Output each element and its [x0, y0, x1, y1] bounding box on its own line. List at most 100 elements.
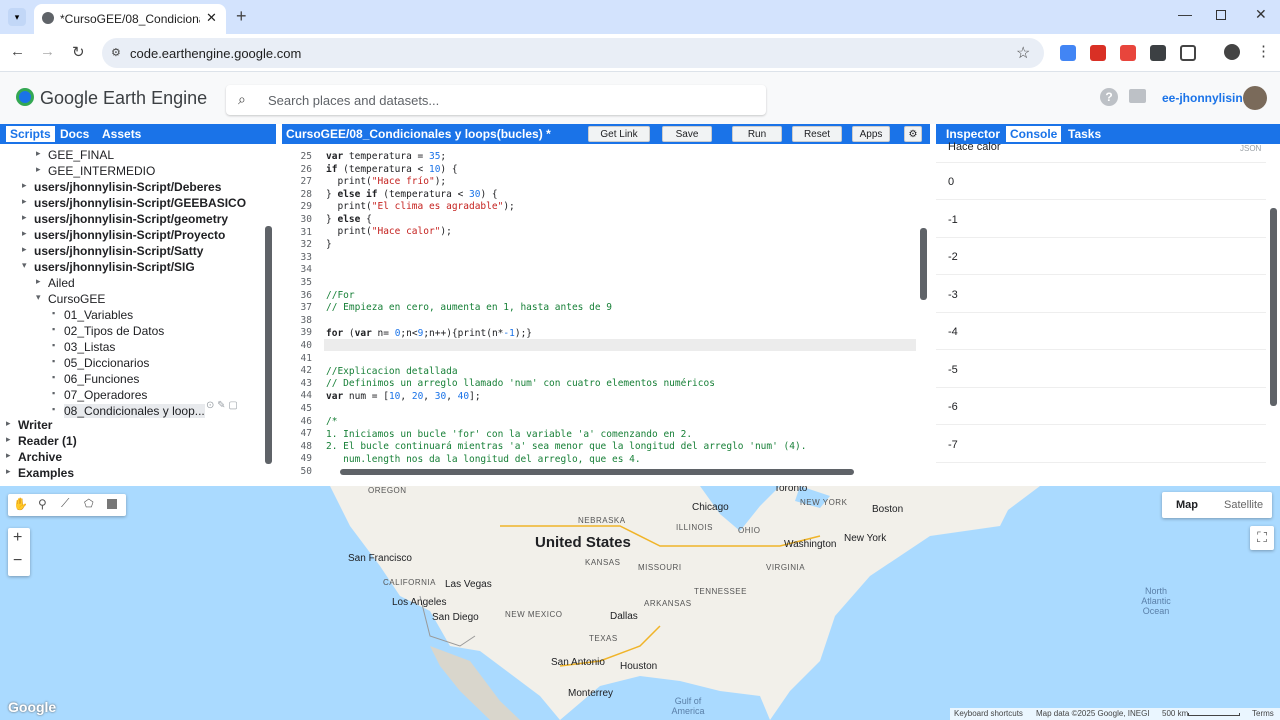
tree-item[interactable]: users/jhonnylisin-Script/SIG: [34, 260, 195, 274]
user-name[interactable]: ee-jhonnylisin: [1162, 91, 1243, 105]
expand-arrow-icon[interactable]: ▸: [22, 212, 27, 223]
minimize-button[interactable]: —: [1178, 6, 1192, 22]
user-avatar[interactable]: [1243, 86, 1267, 110]
back-arrow-icon[interactable]: ←: [10, 43, 25, 60]
tree-item[interactable]: Reader (1): [18, 434, 77, 448]
rectangle-draw-icon[interactable]: [107, 499, 117, 509]
translate-extension-icon[interactable]: [1060, 45, 1076, 61]
bookmark-star-icon[interactable]: ☆: [1016, 43, 1030, 63]
site-info-icon[interactable]: ⚙: [111, 46, 121, 59]
profile-avatar[interactable]: [1224, 44, 1240, 60]
expand-arrow-icon[interactable]: ▸: [22, 196, 27, 207]
file-icon[interactable]: ▪: [52, 308, 55, 318]
new-tab-button[interactable]: +: [236, 6, 247, 27]
expand-arrow-icon[interactable]: ▸: [36, 276, 41, 287]
expand-arrow-icon[interactable]: ▸: [6, 418, 11, 429]
line-draw-icon[interactable]: ⟋: [61, 496, 69, 511]
point-marker-icon[interactable]: ⚲: [38, 497, 47, 511]
tab-close-icon[interactable]: ✕: [206, 10, 217, 26]
more-menu-icon[interactable]: ⋮: [1256, 42, 1271, 60]
expand-arrow-icon[interactable]: ▸: [6, 434, 11, 445]
json-toggle[interactable]: JSON: [1240, 144, 1261, 153]
expand-arrow-icon[interactable]: ▾: [36, 292, 41, 303]
expand-arrow-icon[interactable]: ▸: [6, 466, 11, 477]
search-input[interactable]: ⌕ Search places and datasets...: [226, 85, 766, 115]
editor-horizontal-scrollbar[interactable]: [340, 469, 854, 475]
tree-item[interactable]: users/jhonnylisin-Script/Satty: [34, 244, 203, 258]
editor-vertical-scrollbar[interactable]: [920, 228, 927, 300]
help-icon[interactable]: ?: [1100, 88, 1118, 106]
tab-console[interactable]: Console: [1006, 126, 1062, 142]
expand-arrow-icon[interactable]: ▸: [36, 164, 41, 175]
tree-item[interactable]: GEE_FINAL: [48, 148, 114, 162]
fullscreen-icon[interactable]: ⛶: [1250, 526, 1274, 550]
expand-arrow-icon[interactable]: ▸: [6, 450, 11, 461]
tree-item[interactable]: users/jhonnylisin-Script/GEEBASICO: [34, 196, 246, 210]
tab-scripts[interactable]: Scripts: [6, 126, 55, 142]
extension-icon[interactable]: [1150, 45, 1166, 61]
file-icon[interactable]: ▪: [52, 404, 55, 414]
forward-arrow-icon[interactable]: →: [40, 43, 55, 60]
tree-item[interactable]: 01_Variables: [64, 308, 133, 322]
tree-item[interactable]: Archive: [18, 450, 62, 464]
expand-arrow-icon[interactable]: ▸: [22, 244, 27, 255]
map-type-map-button[interactable]: Map: [1176, 499, 1198, 511]
acrobat-extension-icon[interactable]: [1120, 45, 1136, 61]
reset-button[interactable]: Reset: [792, 126, 842, 142]
tree-item-actions[interactable]: ⊙ ✎ ▢: [206, 400, 262, 412]
tree-item[interactable]: 03_Listas: [64, 340, 115, 354]
code-editor[interactable]: 25 26 27 28 29 30 31 32 33 34 35 36 37 38 39 40 41 42 43 44…: [282, 144, 930, 480]
map-type-satellite-button[interactable]: Satellite: [1224, 499, 1263, 511]
expand-arrow-icon[interactable]: ▾: [22, 260, 27, 271]
file-icon[interactable]: ▪: [52, 356, 55, 366]
pdf-extension-icon[interactable]: [1090, 45, 1106, 61]
tree-item[interactable]: 08_Condicionales y loop...: [64, 404, 205, 418]
tree-item[interactable]: Examples: [18, 466, 74, 480]
tab-docs[interactable]: Docs: [60, 127, 89, 141]
polygon-draw-icon[interactable]: ⬠: [84, 497, 94, 510]
address-bar[interactable]: ⚙ code.earthengine.google.com ☆: [102, 38, 1044, 68]
console-scrollbar[interactable]: [1270, 208, 1277, 406]
window-close-button[interactable]: ✕: [1255, 6, 1267, 23]
tab-search-button[interactable]: ▾: [8, 8, 26, 26]
keyboard-shortcuts-link[interactable]: Keyboard shortcuts: [954, 709, 1023, 718]
tree-item[interactable]: 07_Operadores: [64, 388, 147, 402]
tab-tasks[interactable]: Tasks: [1068, 127, 1101, 141]
tree-item[interactable]: Writer: [18, 418, 52, 432]
puzzle-extensions-icon[interactable]: [1180, 45, 1196, 61]
reload-icon[interactable]: ↻: [72, 43, 85, 61]
file-icon[interactable]: ▪: [52, 340, 55, 350]
tree-item[interactable]: users/jhonnylisin-Script/geometry: [34, 212, 228, 226]
zoom-out-button[interactable]: −: [13, 552, 22, 570]
tree-item[interactable]: users/jhonnylisin-Script/Deberes: [34, 180, 221, 194]
feedback-icon[interactable]: [1129, 89, 1146, 103]
tree-scrollbar[interactable]: [265, 226, 272, 464]
file-icon[interactable]: ▪: [52, 324, 55, 334]
tree-item[interactable]: users/jhonnylisin-Script/Proyecto: [34, 228, 225, 242]
map-view[interactable]: United States North Atlantic Ocean Chica…: [0, 486, 1280, 720]
expand-arrow-icon[interactable]: ▸: [36, 148, 41, 159]
tree-item[interactable]: 05_Diccionarios: [64, 356, 149, 370]
hand-pan-icon[interactable]: ✋: [13, 497, 28, 511]
terms-link[interactable]: Terms: [1252, 709, 1274, 718]
restore-button[interactable]: [1216, 10, 1226, 20]
browser-tab[interactable]: *CursoGEE/08_Condicionales y l ✕: [34, 4, 226, 34]
expand-arrow-icon[interactable]: ▸: [22, 228, 27, 239]
run-button[interactable]: Run: [732, 126, 782, 142]
tree-item[interactable]: 02_Tipos de Datos: [64, 324, 164, 338]
save-button[interactable]: Save: [662, 126, 712, 142]
tab-assets[interactable]: Assets: [102, 127, 141, 141]
tab-inspector[interactable]: Inspector: [946, 127, 1000, 141]
settings-gear-icon[interactable]: ⚙: [904, 126, 922, 142]
tree-item[interactable]: Ailed: [48, 276, 75, 290]
file-icon[interactable]: ▪: [52, 372, 55, 382]
expand-arrow-icon[interactable]: ▸: [22, 180, 27, 191]
tree-item[interactable]: 06_Funciones: [64, 372, 139, 386]
apps-button[interactable]: Apps: [852, 126, 890, 142]
file-icon[interactable]: ▪: [52, 388, 55, 398]
zoom-in-button[interactable]: +: [13, 529, 22, 547]
search-icon: ⌕: [238, 91, 246, 107]
tree-item[interactable]: GEE_INTERMEDIO: [48, 164, 155, 178]
get-link-button[interactable]: Get Link: [588, 126, 650, 142]
tree-item[interactable]: CursoGEE: [48, 292, 105, 306]
